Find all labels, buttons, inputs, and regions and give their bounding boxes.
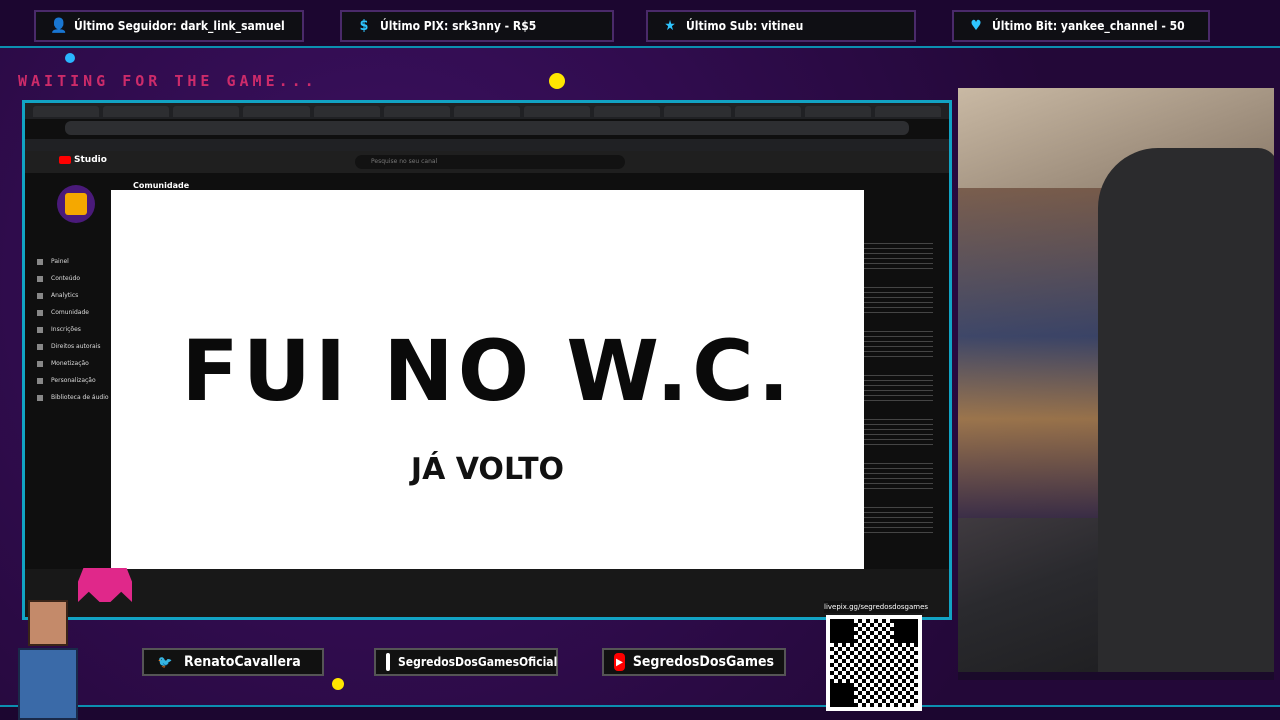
brb-title: FUI NO W.C. xyxy=(181,322,794,420)
sidebar-item-monetizacao[interactable]: Monetização xyxy=(37,355,109,372)
last-follower-text: Último Seguidor: dark_link_samuel xyxy=(74,19,285,33)
browser-capture: Studio Pesquise no seu canal Painel Cont… xyxy=(22,100,952,620)
youtube-studio-header: Studio Pesquise no seu canal xyxy=(25,151,949,173)
bottom-bar xyxy=(0,705,1280,720)
last-sub-text: Último Sub: vitineu xyxy=(686,19,804,33)
channel-search-input[interactable]: Pesquise no seu canal xyxy=(355,155,625,169)
youtube-handle: ▶ SegredosDosGames xyxy=(602,648,786,676)
star-icon: ★ xyxy=(664,18,676,34)
diamond-icon: ♥ xyxy=(970,18,982,34)
instagram-handle: SegredosDosGamesOficial xyxy=(374,648,558,676)
sidebar-item-biblioteca[interactable]: Biblioteca de áudio xyxy=(37,389,109,406)
instagram-icon xyxy=(386,653,390,671)
user-icon: 👤 xyxy=(50,18,68,34)
address-bar[interactable] xyxy=(65,121,909,135)
webcam-feed xyxy=(958,88,1274,672)
twitter-handle: 🐦 RenatoCavallera xyxy=(142,648,324,676)
sidebar-item-direitos[interactable]: Direitos autorais xyxy=(37,338,109,355)
browser-tab-bar[interactable] xyxy=(25,103,949,119)
instagram-handle-text: SegredosDosGamesOficial xyxy=(398,655,558,669)
sidebar-item-inscricoes[interactable]: Inscrições xyxy=(37,321,109,338)
sidebar-item-conteudo[interactable]: Conteúdo xyxy=(37,270,109,287)
qr-label: livepix.gg/segredosdosgames xyxy=(824,601,929,613)
yellow-dot xyxy=(332,678,344,690)
gaming-chair xyxy=(1098,148,1274,672)
bookmarks-bar xyxy=(25,139,949,151)
brb-card: FUI NO W.C. JÁ VOLTO xyxy=(111,190,864,574)
studio-sidebar: Painel Conteúdo Analytics Comunidade Ins… xyxy=(25,185,125,617)
last-pix-alert: $ Último PIX: srk3nny - R$5 xyxy=(340,10,614,42)
last-pix-text: Último PIX: srk3nny - R$5 xyxy=(380,19,537,33)
comment-strip xyxy=(25,569,949,617)
section-title: Comunidade xyxy=(133,181,190,190)
dollar-icon: $ xyxy=(359,18,369,34)
channel-avatar[interactable] xyxy=(57,185,95,223)
youtube-icon: ▶ xyxy=(614,653,625,671)
youtube-icon xyxy=(59,156,71,164)
youtube-handle-text: SegredosDosGames xyxy=(632,654,774,670)
sidebar-item-painel[interactable]: Painel xyxy=(37,253,109,270)
last-follower-alert: 👤 Último Seguidor: dark_link_samuel xyxy=(34,10,304,42)
comment-list xyxy=(863,243,933,551)
brb-subtitle: JÁ VOLTO xyxy=(410,452,565,487)
pixel-character xyxy=(8,592,88,720)
livepix-qr-code xyxy=(826,615,922,711)
sidebar-item-analytics[interactable]: Analytics xyxy=(37,287,109,304)
blue-dot xyxy=(65,53,75,63)
twitter-icon: 🐦 xyxy=(157,655,173,669)
waiting-banner: WAITING FOR THE GAME... xyxy=(18,72,318,90)
studio-label: Studio xyxy=(74,155,107,165)
last-bit-alert: ♥ Último Bit: yankee_channel - 50 xyxy=(952,10,1210,42)
studio-logo[interactable]: Studio xyxy=(59,155,107,165)
twitter-handle-text: RenatoCavallera xyxy=(184,654,301,670)
sidebar-item-comunidade[interactable]: Comunidade xyxy=(37,304,109,321)
last-bit-text: Último Bit: yankee_channel - 50 xyxy=(992,19,1185,33)
last-sub-alert: ★ Último Sub: vitineu xyxy=(646,10,916,42)
webcam-bottom-strip xyxy=(958,672,1274,680)
sidebar-item-personalizacao[interactable]: Personalização xyxy=(37,372,109,389)
yellow-dot xyxy=(549,73,565,89)
